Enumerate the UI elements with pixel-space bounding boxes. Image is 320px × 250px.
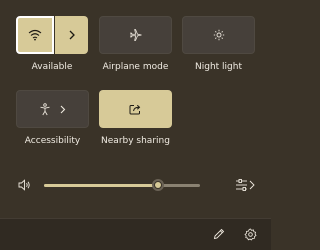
- airplane-mode-label: Airplane mode: [102, 62, 169, 72]
- volume-slider-row: [0, 175, 271, 195]
- nearby-sharing-button[interactable]: [99, 90, 172, 128]
- chevron-right-icon: [68, 30, 76, 40]
- wifi-icon: [28, 29, 42, 41]
- chevron-right-icon: [59, 105, 66, 114]
- gear-icon[interactable]: [244, 228, 257, 241]
- accessibility-button[interactable]: [16, 90, 89, 128]
- quick-settings-footer: [0, 218, 271, 250]
- wifi-tile: [16, 16, 88, 54]
- airplane-icon: [129, 28, 143, 42]
- wifi-label: Available: [31, 62, 73, 72]
- night-light-button[interactable]: [182, 16, 255, 54]
- nearby-sharing-label: Nearby sharing: [101, 136, 170, 146]
- speaker-icon[interactable]: [18, 179, 31, 191]
- volume-track-fill: [44, 184, 158, 187]
- wifi-expand-button[interactable]: [55, 16, 88, 54]
- accessibility-icon: [39, 102, 51, 116]
- airplane-mode-button[interactable]: [99, 16, 172, 54]
- night-light-icon: [213, 29, 225, 41]
- nearby-sharing-icon: [129, 103, 142, 115]
- accessibility-label: Accessibility: [24, 136, 81, 146]
- night-light-label: Night light: [195, 62, 242, 72]
- pencil-icon[interactable]: [213, 228, 225, 240]
- quick-settings-panel: Available Airplane mode Night light Acce…: [0, 0, 271, 218]
- audio-output-icon[interactable]: [235, 178, 257, 192]
- wifi-toggle-button[interactable]: [16, 16, 54, 54]
- volume-thumb[interactable]: [151, 179, 164, 191]
